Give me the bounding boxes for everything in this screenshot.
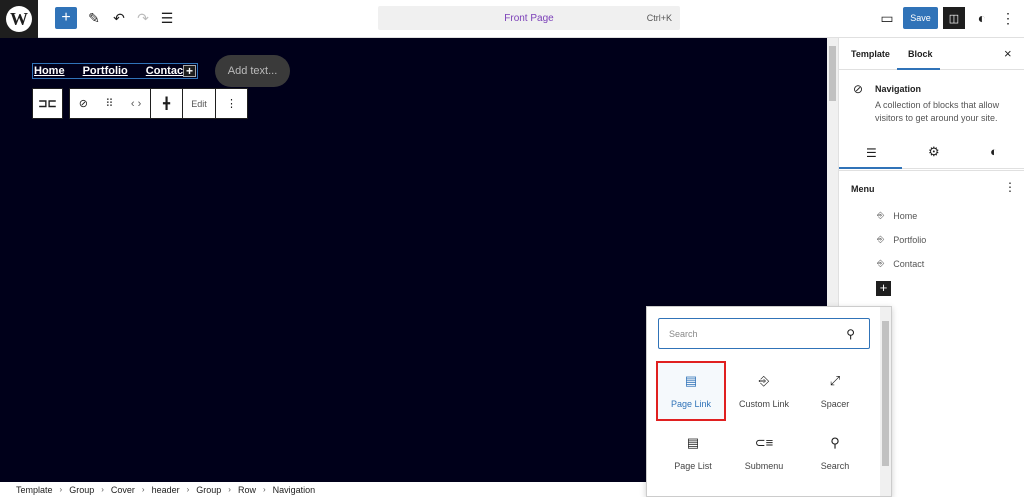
- block-inserter-popover: Search ⚲ ▤ Page Link ⎆ Custom Link ⤢ Spacer…: [646, 306, 892, 497]
- options-menu-icon[interactable]: ⋮: [997, 7, 1019, 29]
- nav-link-portfolio[interactable]: Portfolio: [83, 65, 128, 77]
- add-menu-item-button[interactable]: +: [876, 281, 891, 296]
- page-icon: ▤: [684, 373, 698, 388]
- menu-item[interactable]: ⎆ Portfolio: [877, 234, 926, 245]
- edit-button[interactable]: Edit: [182, 88, 216, 119]
- list-view-icon[interactable]: ☰: [156, 7, 178, 29]
- menu-item[interactable]: ⎆ Contact: [877, 258, 924, 269]
- block-description: A collection of blocks that allow visito…: [875, 100, 1000, 123]
- breadcrumb-item[interactable]: header: [152, 485, 180, 495]
- search-icon: ⚲: [830, 435, 840, 450]
- document-title: Front Page: [504, 12, 554, 24]
- block-submenu[interactable]: ⊂≡ Submenu: [729, 423, 799, 483]
- settings-gear-icon[interactable]: ⚙: [928, 144, 940, 160]
- settings-sidebar-icon[interactable]: ◫: [943, 7, 965, 29]
- page-list-icon: ▤: [686, 435, 700, 450]
- styles-tab-icon[interactable]: ◐: [990, 144, 998, 159]
- block-label: Custom Link: [738, 399, 790, 409]
- menu-item-label: Contact: [893, 258, 925, 269]
- save-button[interactable]: Save: [903, 7, 938, 29]
- block-search[interactable]: ⚲ Search: [800, 423, 870, 483]
- justify-center-icon: ╋: [163, 98, 170, 110]
- compass-icon: ⊘: [78, 98, 88, 110]
- menu-options-icon[interactable]: ⋮: [1004, 180, 1016, 194]
- block-custom-link[interactable]: ⎆ Custom Link: [729, 361, 799, 421]
- search-placeholder: Search: [669, 328, 698, 339]
- breadcrumb-item[interactable]: Group: [69, 485, 94, 495]
- styles-contrast-icon[interactable]: ◐: [971, 7, 993, 29]
- transform-block-button[interactable]: ⊐⊏: [32, 88, 63, 119]
- block-options-button[interactable]: ⋮: [215, 88, 248, 119]
- breadcrumb-item[interactable]: Cover: [111, 485, 135, 495]
- move-arrows-icon[interactable]: ‹ ›: [131, 98, 141, 110]
- add-text-placeholder[interactable]: Add text...: [215, 55, 290, 87]
- tab-template[interactable]: Template: [851, 49, 890, 59]
- inserter-scrollbar[interactable]: [880, 307, 891, 496]
- block-title: Navigation: [875, 84, 922, 94]
- device-preview-icon[interactable]: ▭: [876, 7, 898, 29]
- block-label: Submenu: [744, 461, 784, 471]
- wordpress-logo-button[interactable]: W: [0, 0, 38, 38]
- menu-label: Menu: [851, 184, 875, 194]
- compass-icon: ⊘: [853, 82, 864, 96]
- more-vertical-icon: ⋮: [226, 98, 237, 110]
- command-palette-button[interactable]: Front Page Ctrl+K: [378, 6, 680, 30]
- menu-item-label: Home: [893, 210, 918, 221]
- block-toolbar-group: ⊘ ⠿ ‹ ›: [69, 88, 151, 119]
- menu-item[interactable]: ⎆ Home: [877, 210, 917, 221]
- tools-pencil-icon[interactable]: ✎: [83, 7, 105, 29]
- undo-icon[interactable]: ↶: [108, 7, 130, 29]
- resize-arrows-icon: ⤢: [829, 373, 841, 388]
- navigation-block[interactable]: Home Portfolio Contact +: [32, 63, 198, 79]
- wordpress-icon: W: [6, 6, 32, 32]
- list-view-tab-icon[interactable]: ☰: [866, 146, 877, 160]
- redo-icon[interactable]: ↷: [132, 7, 154, 29]
- block-label: Page List: [674, 461, 712, 471]
- menu-item-label: Portfolio: [893, 234, 927, 245]
- navigation-transform-icon: ⊐⊏: [38, 98, 57, 110]
- nav-link-home[interactable]: Home: [34, 65, 65, 77]
- link-icon: ⎆: [877, 210, 885, 220]
- breadcrumb-item[interactable]: Group: [196, 485, 221, 495]
- shortcut-hint: Ctrl+K: [646, 13, 672, 23]
- link-icon: ⎆: [877, 234, 885, 244]
- breadcrumb-item[interactable]: Row: [238, 485, 256, 495]
- block-label: Page Link: [670, 399, 712, 409]
- breadcrumb-item[interactable]: Template: [16, 485, 53, 495]
- block-page-list[interactable]: ▤ Page List: [658, 423, 728, 483]
- justify-button[interactable]: ╋: [150, 88, 183, 119]
- search-icon: ⚲: [846, 326, 855, 341]
- nav-link-contact[interactable]: Contact: [146, 65, 187, 77]
- block-label: Search: [820, 461, 850, 471]
- link-icon: ⎆: [877, 258, 885, 268]
- custom-link-icon: ⎆: [758, 373, 770, 388]
- block-spacer[interactable]: ⤢ Spacer: [800, 361, 870, 421]
- inserter-search-input[interactable]: Search ⚲: [658, 318, 870, 349]
- breadcrumb-item[interactable]: Navigation: [273, 485, 316, 495]
- drag-handle-icon[interactable]: ⠿: [105, 97, 113, 110]
- block-page-link[interactable]: ▤ Page Link: [656, 361, 726, 421]
- submenu-icon: ⊂≡: [754, 435, 774, 450]
- close-icon[interactable]: ×: [1004, 46, 1012, 61]
- tab-block[interactable]: Block: [908, 49, 933, 59]
- top-toolbar: W + ✎ ↶ ↷ ☰ Front Page Ctrl+K ▭ Save ◫ ◐…: [0, 0, 1024, 38]
- block-label: Spacer: [820, 399, 850, 409]
- add-block-button[interactable]: +: [55, 7, 77, 29]
- add-nav-item-button[interactable]: +: [183, 65, 196, 77]
